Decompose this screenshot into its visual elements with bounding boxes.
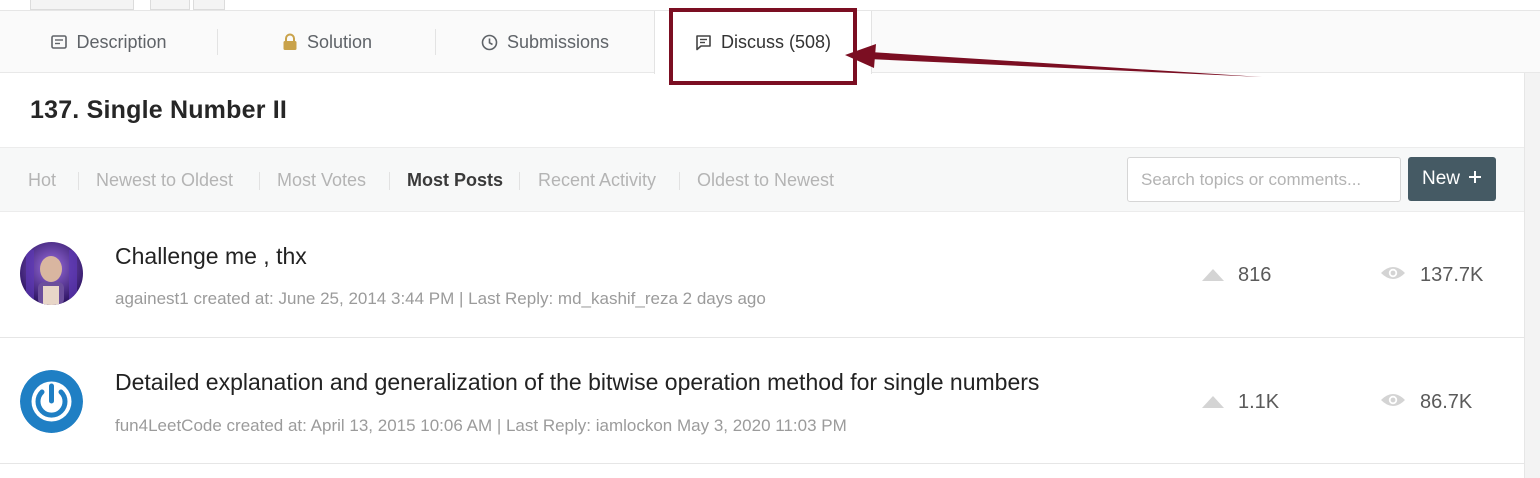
scrollbar-track[interactable] [1524, 73, 1540, 478]
tab-discuss[interactable]: Discuss (508) [654, 11, 872, 74]
tab-label: Discuss (508) [720, 32, 832, 52]
view-count-value: 137.7K [1420, 264, 1484, 286]
toolbar-button-stub[interactable] [30, 0, 134, 10]
user-avatar-photo[interactable] [20, 242, 83, 305]
sort-most-posts[interactable]: Most Posts [407, 148, 503, 213]
upvote-triangle-icon[interactable] [1202, 264, 1224, 287]
tab-description[interactable]: Description [0, 11, 218, 73]
view-count: 137.7K [1380, 264, 1483, 287]
description-icon [51, 35, 68, 49]
power-logo-avatar[interactable] [20, 370, 83, 433]
toolbar-button-stub[interactable] [193, 0, 225, 10]
clock-icon [481, 34, 498, 51]
vote-count: 816 [1202, 264, 1271, 287]
problem-title: 137. Single Number II [30, 96, 288, 124]
eye-icon [1380, 264, 1406, 287]
upvote-triangle-icon[interactable] [1202, 391, 1224, 414]
top-toolbar-strip [0, 0, 1540, 11]
sort-newest-to-oldest[interactable]: Newest to Oldest [96, 148, 233, 213]
new-topic-button[interactable]: New [1408, 157, 1496, 201]
toolbar-button-stub[interactable] [150, 0, 190, 10]
lock-icon [282, 33, 298, 51]
topic-row[interactable]: Challenge me , thx againest1 created at:… [0, 212, 1524, 338]
view-count: 86.7K [1380, 391, 1472, 414]
vote-count-value: 1.1K [1238, 391, 1280, 413]
sort-oldest-to-newest[interactable]: Oldest to Newest [697, 148, 834, 213]
eye-icon [1380, 391, 1406, 414]
vote-count: 1.1K [1202, 391, 1279, 414]
plus-icon [1468, 168, 1482, 190]
vote-count-value: 816 [1238, 264, 1272, 286]
topic-title[interactable]: Challenge me , thx [115, 243, 307, 270]
tab-submissions[interactable]: Submissions [436, 11, 654, 73]
tab-label: Description [76, 31, 167, 52]
sort-hot[interactable]: Hot [28, 148, 56, 213]
search-topics-input[interactable] [1127, 157, 1401, 202]
new-button-label: New [1421, 168, 1460, 189]
tab-label: Submissions [506, 31, 610, 52]
topic-meta: fun4LeetCode created at: April 13, 2015 … [115, 416, 847, 435]
topic-title[interactable]: Detailed explanation and generalization … [115, 369, 1039, 396]
tab-label: Solution [306, 31, 373, 52]
topic-row[interactable]: Detailed explanation and generalization … [0, 338, 1524, 464]
sort-most-votes[interactable]: Most Votes [277, 148, 366, 213]
tab-solution[interactable]: Solution [218, 11, 436, 73]
comment-icon [695, 34, 712, 51]
topic-meta: againest1 created at: June 25, 2014 3:44… [115, 289, 766, 308]
sort-recent-activity[interactable]: Recent Activity [538, 148, 656, 213]
view-count-value: 86.7K [1420, 391, 1473, 413]
problem-tab-bar: Description Solution Submissions Discuss… [0, 11, 1540, 74]
